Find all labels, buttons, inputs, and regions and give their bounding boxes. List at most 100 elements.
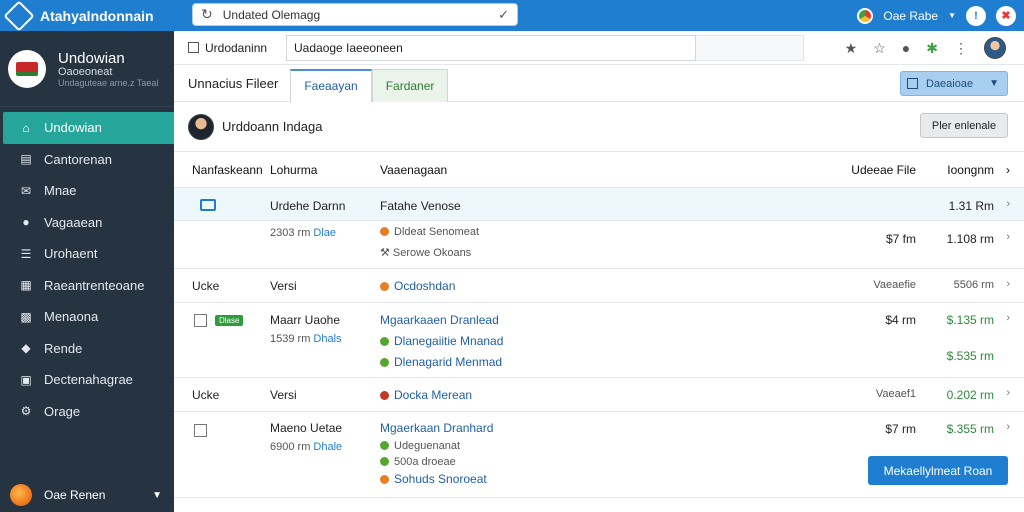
cell-d: $4 rm: [885, 313, 916, 327]
gear-icon: ⚙: [20, 404, 32, 419]
sidebar-item-monitor[interactable]: ▤ Cantorenan: [0, 144, 174, 176]
tab-secondary[interactable]: Fardaner: [371, 68, 449, 102]
bookmark-star-icon[interactable]: ☆: [873, 40, 886, 57]
address-bar[interactable]: ↻ Undated Olemagg ✓: [192, 3, 518, 26]
reload-icon[interactable]: ↻: [201, 6, 213, 23]
cell-b-link[interactable]: Dhale: [313, 441, 342, 453]
user-icon: ●: [22, 215, 30, 230]
tab-primary[interactable]: Faeaayan: [290, 68, 372, 102]
profile-sub: Oaoeoneat: [58, 65, 113, 78]
sidebar-item-mail[interactable]: ✉ Mnae: [0, 175, 174, 207]
table-row[interactable]: Maeno Uetae 6900 rm Dhale Mgaerkaan Dran…: [174, 412, 1024, 498]
row-checkbox[interactable]: [194, 314, 207, 327]
app-logo[interactable]: Atahyalndonnain: [0, 0, 174, 32]
chevron-right-icon[interactable]: ›: [1006, 231, 1010, 243]
cell-c[interactable]: Mgaarkaaen Dranlead: [380, 313, 499, 327]
sidebar-item-label: Mnae: [44, 183, 77, 199]
chevron-right-icon[interactable]: ›: [1006, 421, 1010, 433]
sidebar-item-label: Menaona: [44, 309, 99, 325]
sidebar-item-document[interactable]: ▣ Dectenahagrae: [0, 364, 174, 396]
wrench-icon: ⚒: [380, 247, 393, 259]
profile-logo-icon: [8, 49, 46, 88]
sidebar-item-label: Undowian: [44, 120, 102, 136]
sidebar-item-label: Rende: [44, 340, 83, 356]
sidebar-item-calendar[interactable]: ▩ Menaona: [0, 301, 174, 333]
sidebar-footer[interactable]: Oae Renen ▼: [0, 478, 174, 512]
list-icon: ☰: [20, 246, 32, 261]
table-row[interactable]: Dlase Maarr Uaohe 1539 rm Dhals Mgaarkaa…: [174, 303, 1024, 378]
go-icon[interactable]: ✓: [498, 7, 509, 23]
cell-a: Ucke: [192, 388, 220, 402]
cell-b-link[interactable]: Dhals: [313, 333, 341, 345]
sidebar-profile[interactable]: Undowian Oaoeoneat Undaguteae arne.z Tae…: [0, 31, 174, 107]
profile-name: Undowian: [58, 49, 125, 67]
path-input[interactable]: Uadaoge Iaeeoneen: [286, 35, 696, 61]
chevron-right-icon[interactable]: ›: [1006, 198, 1010, 210]
sidebar-item-user[interactable]: ● Vagaaean: [0, 207, 174, 239]
chevron-right-icon[interactable]: ›: [1006, 163, 1010, 177]
col-header-a[interactable]: Nanfaskeann: [192, 163, 263, 177]
cell-c: Ocdoshdan: [380, 279, 455, 293]
cell-e: 0.202 rm: [946, 388, 994, 402]
cell-c-text[interactable]: Docka Merean: [394, 388, 472, 402]
cell-c-item-text: 500a droeae: [394, 456, 456, 468]
path-input-extension[interactable]: [696, 35, 804, 61]
status-badge: Dlase: [215, 315, 244, 326]
status-dot-icon: [380, 457, 389, 466]
col-header-c[interactable]: Vaaenagaan: [380, 163, 447, 177]
document-icon: ▣: [20, 372, 32, 387]
caret-down-icon[interactable]: ▼: [948, 11, 956, 20]
cell-b-sub-value: 6900 rm: [270, 441, 311, 453]
cell-c[interactable]: Mgaerkaan Dranhard: [380, 421, 493, 435]
user-action-button[interactable]: Pler enlenale: [920, 113, 1008, 138]
account-label[interactable]: Oae Rabe: [883, 9, 938, 23]
sidebar-item-settings[interactable]: ⚙ Orage: [0, 396, 174, 428]
table-row[interactable]: Ucke Versi Ocdoshdan Vaeaefie 5506 rm ›: [174, 269, 1024, 303]
chevron-down-icon[interactable]: ▼: [152, 490, 162, 501]
cell-c-text[interactable]: Ocdoshdan: [394, 279, 455, 293]
sidebar-item-grid[interactable]: ▦ Raeantrenteoane: [0, 270, 174, 302]
cell-c-item-text: Dldeat Senomeat: [394, 226, 479, 238]
cell-c-item: Dlenagarid Menmad: [380, 355, 502, 369]
action-button[interactable]: Daeaioae ▼: [900, 71, 1008, 96]
chevron-right-icon[interactable]: ›: [1006, 312, 1010, 324]
col-header-b[interactable]: Lohurma: [270, 163, 317, 177]
top-bar: Atahyalndonnain ↻ Undated Olemagg ✓ Oae …: [0, 0, 1024, 32]
alert-icon[interactable]: ✖: [996, 5, 1016, 26]
cell-b-link[interactable]: Dlae: [313, 227, 336, 239]
sidebar-item-list[interactable]: ☰ Urohaent: [0, 238, 174, 270]
sidebar-item-label: Dectenahagrae: [44, 372, 133, 388]
cell-b: Versi: [270, 388, 297, 402]
cell-c-item-text: Serowe Okoans: [392, 247, 472, 259]
table-row[interactable]: Ucke Versi Docka Merean Vaeaef1 0.202 rm…: [174, 378, 1024, 412]
project-toolbar: ★ ☆ ● ✱ ⋮: [845, 31, 1006, 65]
select-checkbox[interactable]: [188, 42, 199, 53]
primary-action-button[interactable]: Mekaellylmeat Roan: [868, 456, 1008, 485]
table-row[interactable]: 2303 rm Dlae Dldeat Senomeat ⚒ Serowe Ok…: [174, 221, 1024, 269]
avatar[interactable]: [984, 37, 1006, 59]
chevron-right-icon[interactable]: ›: [1006, 278, 1010, 290]
chevron-right-icon[interactable]: ›: [1006, 387, 1010, 399]
sidebar-item-tag[interactable]: ◆ Rende: [0, 333, 174, 365]
col-header-d[interactable]: Udeeae File: [851, 163, 916, 177]
puzzle-icon[interactable]: ✱: [926, 40, 938, 57]
more-icon[interactable]: ⋮: [954, 40, 968, 57]
info-icon[interactable]: !: [966, 5, 986, 26]
mail-icon: ✉: [20, 183, 32, 198]
sidebar-nav: ⌂ Undowian ▤ Cantorenan ✉ Mnae ● Vagaaean ☰ U…: [0, 112, 174, 427]
table-row[interactable]: Urdehe Darnn Fatahe Venose 1.31 Rm ›: [174, 188, 1024, 221]
google-icon[interactable]: [857, 7, 874, 24]
home-icon: ⌂: [22, 120, 30, 135]
logo-icon: [3, 0, 35, 32]
row-checkbox[interactable]: [194, 424, 207, 437]
cell-c: Docka Merean: [380, 388, 472, 402]
action-button-label: Daeaioae: [926, 77, 974, 90]
sidebar-item-home[interactable]: ⌂ Undowian: [3, 112, 174, 144]
status-dot-icon: [380, 391, 389, 400]
selected-icon[interactable]: [200, 199, 216, 211]
info-icon[interactable]: ●: [902, 40, 910, 56]
col-header-e[interactable]: Ioongnm: [947, 163, 994, 177]
cell-e: $.355 rm: [946, 422, 994, 436]
star-icon[interactable]: ★: [845, 40, 858, 57]
cell-e: 1.108 rm: [946, 232, 994, 246]
